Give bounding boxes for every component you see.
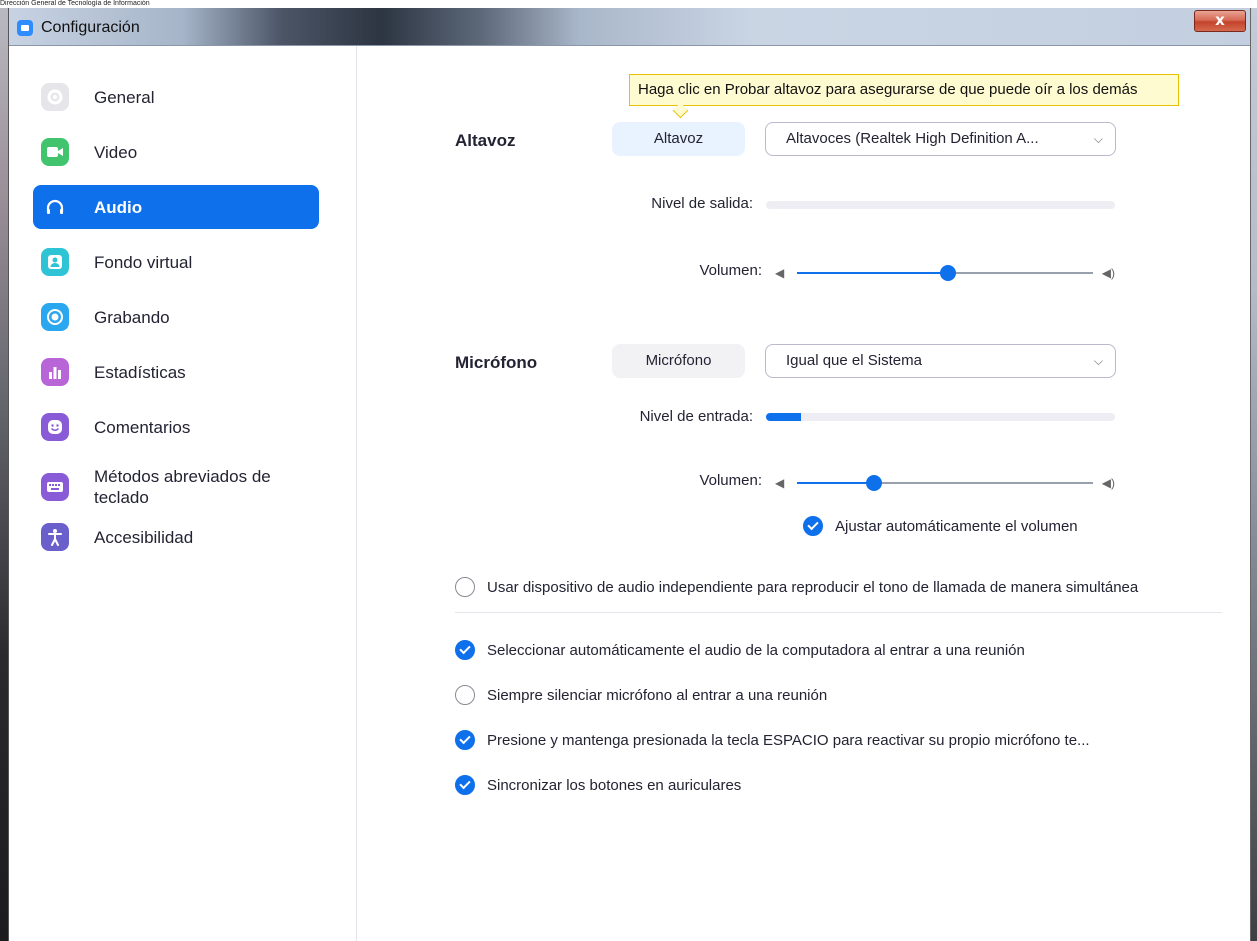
sidebar-item-label: Comentarios [94, 417, 191, 437]
speaker-volume-label: Volumen: [699, 262, 762, 279]
checkbox-label: Sincronizar los botones en auriculares [487, 776, 742, 794]
separate-ringtone-device-checkbox[interactable]: Usar dispositivo de audio independiente … [455, 577, 1138, 597]
checkbox-label: Siempre silenciar micrófono al entrar a … [487, 686, 828, 704]
checkbox-label: Presione y mantenga presionada la tecla … [487, 731, 1090, 749]
chevron-down-icon: ⌵ [1093, 132, 1103, 146]
output-level-meter [766, 201, 1115, 209]
sidebar: General Video Audio Fondo virtual Graban… [9, 46, 357, 941]
sidebar-item-label: Audio [94, 197, 143, 217]
test-microphone-button[interactable]: Micrófono [612, 344, 745, 378]
smiley-icon [41, 413, 69, 441]
speaker-volume-knob[interactable] [939, 265, 956, 281]
sync-headset-buttons-checkbox[interactable]: Sincronizar los botones en auriculares [455, 775, 741, 795]
sidebar-item-label: Fondo virtual [94, 252, 193, 272]
slider-track-fill [797, 482, 874, 484]
microphone-device-value: Igual que el Sistema [786, 352, 922, 369]
title-bar[interactable]: Configuración x [9, 8, 1250, 46]
sidebar-item-statistics[interactable]: Estadísticas [33, 350, 319, 394]
sidebar-item-label: Video [94, 142, 138, 162]
audio-settings-panel: Haga clic en Probar altavoz para asegura… [357, 46, 1250, 941]
speaker-device-value: Altavoces (Realtek High Definition A... [786, 130, 1039, 147]
close-button[interactable]: x [1194, 10, 1246, 32]
microphone-volume-knob[interactable] [865, 475, 882, 491]
video-camera-icon [41, 138, 69, 166]
desktop-background-left [0, 8, 8, 941]
checkbox-indicator[interactable] [455, 775, 475, 795]
sidebar-item-feedback[interactable]: Comentarios [33, 405, 319, 449]
chevron-down-icon: ⌵ [1093, 354, 1103, 368]
keyboard-icon [41, 473, 69, 501]
desktop-background-right [1251, 8, 1257, 941]
speaker-volume-slider[interactable]: ◀ ◀) [775, 263, 1115, 283]
sidebar-item-accessibility[interactable]: Accesibilidad [33, 515, 319, 559]
zoom-app-icon [17, 20, 33, 36]
sidebar-item-audio[interactable]: Audio [33, 185, 319, 229]
speaker-device-select[interactable]: Altavoces (Realtek High Definition A... … [765, 122, 1116, 156]
sidebar-item-label: General [94, 87, 155, 107]
sidebar-item-label: Estadísticas [94, 362, 186, 382]
sidebar-item-recording[interactable]: Grabando [33, 295, 319, 339]
sidebar-item-keyboard-shortcuts[interactable]: Métodos abreviados de teclado [33, 460, 319, 514]
slider-track [797, 265, 1093, 281]
gear-icon [41, 83, 69, 111]
bar-chart-icon [41, 358, 69, 386]
input-level-fill [766, 413, 801, 421]
record-icon [41, 303, 69, 331]
slider-track-fill [797, 272, 948, 274]
checkbox-indicator[interactable] [455, 640, 475, 660]
sidebar-item-video[interactable]: Video [33, 130, 319, 174]
speaker-volume-high-icon: ◀) [1101, 266, 1115, 280]
auto-adjust-volume-checkbox[interactable]: Ajustar automáticamente el volumen [803, 516, 1078, 536]
window-title: Configuración [41, 19, 140, 36]
microphone-device-select[interactable]: Igual que el Sistema ⌵ [765, 344, 1116, 378]
input-level-meter [766, 413, 1115, 421]
microphone-volume-low-icon: ◀ [775, 476, 785, 490]
headphones-icon [41, 193, 69, 221]
sidebar-item-general[interactable]: General [33, 75, 319, 119]
checkbox-label: Seleccionar automáticamente el audio de … [487, 641, 1025, 659]
portrait-icon [41, 248, 69, 276]
sidebar-item-label: Accesibilidad [94, 527, 194, 547]
checkbox-indicator[interactable] [455, 685, 475, 705]
speaker-volume-low-icon: ◀ [775, 266, 785, 280]
slider-track [797, 475, 1093, 491]
push-to-talk-space-checkbox[interactable]: Presione y mantenga presionada la tecla … [455, 730, 1090, 750]
sidebar-item-virtual-background[interactable]: Fondo virtual [33, 240, 319, 284]
microphone-volume-high-icon: ◀) [1101, 476, 1115, 490]
settings-window: Configuración x General Video Audio Fond… [8, 8, 1251, 941]
accessibility-icon [41, 523, 69, 551]
checkbox-label: Ajustar automáticamente el volumen [835, 517, 1078, 535]
auto-join-computer-audio-checkbox[interactable]: Seleccionar automáticamente el audio de … [455, 640, 1025, 660]
sidebar-item-label: Grabando [94, 307, 170, 327]
top-caption: Dirección General de Tecnología de Infor… [0, 0, 400, 8]
checkbox-indicator[interactable] [455, 730, 475, 750]
checkbox-label: Usar dispositivo de audio independiente … [487, 578, 1139, 596]
speaker-test-tooltip: Haga clic en Probar altavoz para asegura… [629, 74, 1179, 106]
checkbox-indicator[interactable] [455, 577, 475, 597]
microphone-volume-label: Volumen: [699, 472, 762, 489]
sidebar-item-label: Métodos abreviados de teclado [94, 467, 271, 507]
always-mute-microphone-checkbox[interactable]: Siempre silenciar micrófono al entrar a … [455, 685, 827, 705]
speaker-section-label: Altavoz [455, 131, 516, 150]
section-divider [455, 612, 1222, 613]
input-level-label: Nivel de entrada: [639, 408, 753, 425]
microphone-volume-slider[interactable]: ◀ ◀) [775, 473, 1115, 493]
output-level-label: Nivel de salida: [651, 195, 753, 212]
microphone-section-label: Micrófono [455, 353, 538, 372]
test-speaker-button[interactable]: Altavoz [612, 122, 745, 156]
checkbox-indicator[interactable] [803, 516, 823, 536]
